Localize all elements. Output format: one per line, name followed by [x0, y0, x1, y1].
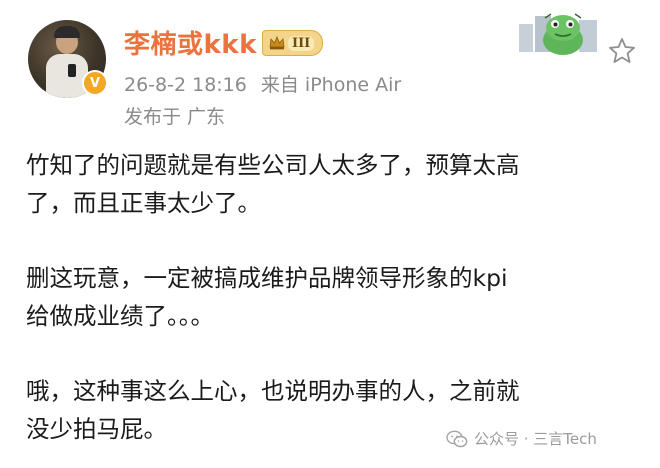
- author-avatar[interactable]: V: [28, 20, 108, 98]
- post-timestamp: 26-8-2 18:16: [124, 74, 247, 96]
- verified-badge-icon: V: [82, 70, 108, 96]
- post-content: 竹知了的问题就是有些公司人太多了，预算太高 了，而且正事太少了。 删这玩意，一定…: [26, 146, 646, 448]
- post-meta: 26-8-2 18:16 来自 iPhone Air: [124, 70, 401, 97]
- wechat-icon: [446, 430, 468, 447]
- post-paragraph-2: 删这玩意，一定被搞成维护品牌领导形象的kpi 给做成业绩了。。。: [26, 264, 508, 330]
- star-outline-icon[interactable]: [607, 36, 637, 66]
- level-badge: III: [262, 30, 324, 56]
- post-location: 发布于 广东: [124, 106, 226, 128]
- watermark: 公众号 · 三言Tech: [446, 428, 597, 449]
- post-source: 来自 iPhone Air: [260, 74, 402, 96]
- watermark-text: 公众号 · 三言Tech: [474, 430, 597, 448]
- weibo-post-card: V 李楠或kkk III 26-8-2 18:16 来自 iPhone Air 发…: [0, 0, 660, 468]
- author-name[interactable]: 李楠或kkk: [124, 24, 257, 61]
- crown-icon: [269, 36, 285, 50]
- level-text: III: [288, 35, 315, 51]
- frog-sticker-icon: [519, 13, 597, 55]
- post-paragraph-1: 竹知了的问题就是有些公司人太多了，预算太高 了，而且正事太少了。: [26, 151, 520, 217]
